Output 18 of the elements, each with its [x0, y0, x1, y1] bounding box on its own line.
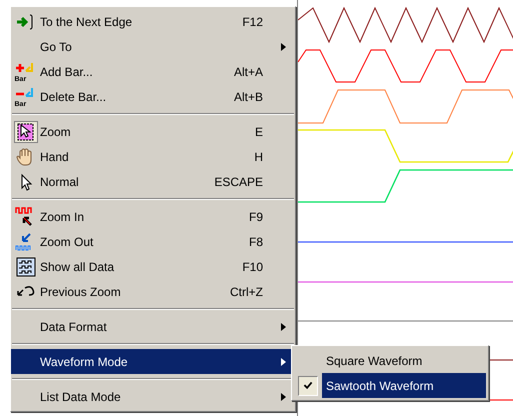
menu-item[interactable]: To the Next Edge F12	[11, 9, 295, 34]
waveform-grid-icon	[14, 256, 36, 276]
submenu-arrow-icon	[280, 42, 286, 50]
menu-item[interactable]: Zoom E	[11, 119, 295, 144]
menu-item[interactable]: List Data Mode	[11, 384, 295, 409]
undo-arrow-icon	[16, 286, 34, 297]
menu-item[interactable]: Data Format	[11, 314, 295, 339]
submenu-arrow-icon	[280, 322, 286, 330]
submenu-item[interactable]: Square Waveform	[294, 348, 486, 373]
submenu-arrow-icon	[280, 392, 286, 400]
menu-item[interactable]: Show all Data F10	[11, 254, 295, 279]
submenu-arrow-icon	[280, 358, 286, 366]
menu-item[interactable]: Normal ESCAPE	[11, 169, 295, 194]
menu-item[interactable]: Hand H	[11, 144, 295, 169]
menu-item[interactable]: Go To	[11, 34, 295, 59]
menu-item[interactable]: Zoom Out F8	[11, 229, 295, 254]
menu-item[interactable]: Zoom In F9	[11, 204, 295, 229]
menu-item[interactable]: Previous Zoom Ctrl+Z	[11, 279, 295, 304]
